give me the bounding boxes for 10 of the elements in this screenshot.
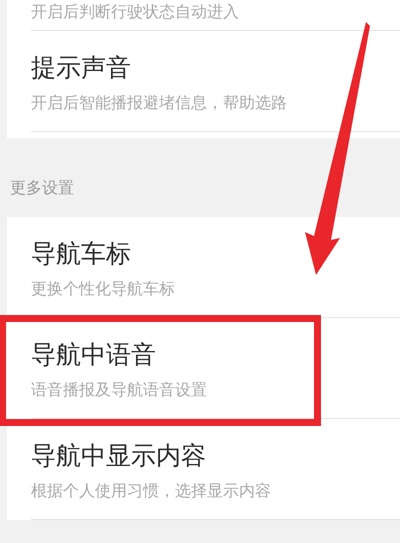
- setting-title: 导航车标: [31, 238, 131, 270]
- setting-title: 导航中显示内容: [31, 440, 206, 472]
- setting-description: 更换个性化导航车标: [31, 278, 175, 300]
- setting-description: 语音播报及导航语音设置: [31, 379, 207, 401]
- setting-description: 开启后判断行驶状态自动进入: [31, 1, 239, 23]
- setting-description: 开启后智能播报避堵信息，帮助选路: [31, 92, 287, 114]
- setting-title: 提示声音: [31, 52, 131, 84]
- setting-title: 导航中语音: [31, 339, 156, 371]
- setting-description: 根据个人使用习惯，选择显示内容: [31, 480, 271, 502]
- section-header: 更多设置: [10, 178, 74, 199]
